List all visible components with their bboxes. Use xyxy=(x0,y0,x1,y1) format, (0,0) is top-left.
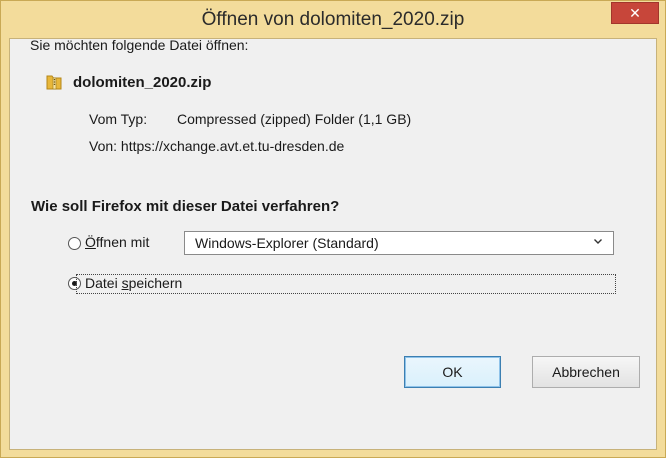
window-title: Öffnen von dolomiten_2020.zip xyxy=(201,9,465,30)
intro-text: Sie möchten folgende Datei öffnen: xyxy=(30,37,249,53)
title-bar[interactable]: Öffnen von dolomiten_2020.zip ✕ xyxy=(1,1,665,37)
save-file-label[interactable]: Datei speichern xyxy=(85,275,182,291)
cancel-button[interactable]: Abbrechen xyxy=(532,356,640,388)
from-label: Von: xyxy=(89,138,118,154)
open-with-radio[interactable] xyxy=(68,237,81,250)
application-select[interactable]: Windows-Explorer (Standard) xyxy=(184,231,614,255)
from-row: Von: https://xchange.avt.et.tu-dresden.d… xyxy=(89,138,344,154)
ok-button[interactable]: OK xyxy=(404,356,501,388)
open-with-rest: ffnen mit xyxy=(95,234,150,250)
close-button[interactable]: ✕ xyxy=(611,2,659,24)
save-file-rest: peichern xyxy=(128,275,183,291)
type-row: Vom Typ: Compressed (zipped) Folder (1,1 … xyxy=(89,111,411,127)
open-with-label[interactable]: Öffnen mit xyxy=(85,234,149,250)
zip-folder-icon xyxy=(45,73,63,91)
action-question: Wie soll Firefox mit dieser Datei verfah… xyxy=(31,198,340,215)
type-value: Compressed (zipped) Folder (1,1 GB) xyxy=(177,111,412,127)
close-icon: ✕ xyxy=(629,4,641,21)
dialog-window: Öffnen von dolomiten_2020.zip ✕ Sie möch… xyxy=(0,0,666,458)
chevron-down-icon xyxy=(593,236,603,249)
save-file-pre: Datei xyxy=(85,275,122,291)
save-file-accel: s xyxy=(121,275,129,291)
type-label: Vom Typ: xyxy=(89,111,148,127)
file-name: dolomiten_2020.zip xyxy=(73,73,212,91)
file-row: dolomiten_2020.zip xyxy=(45,72,211,92)
open-with-accel: Ö xyxy=(85,234,96,250)
application-select-value: Windows-Explorer (Standard) xyxy=(195,235,379,251)
from-value: https://xchange.avt.et.tu-dresden.de xyxy=(120,138,345,154)
